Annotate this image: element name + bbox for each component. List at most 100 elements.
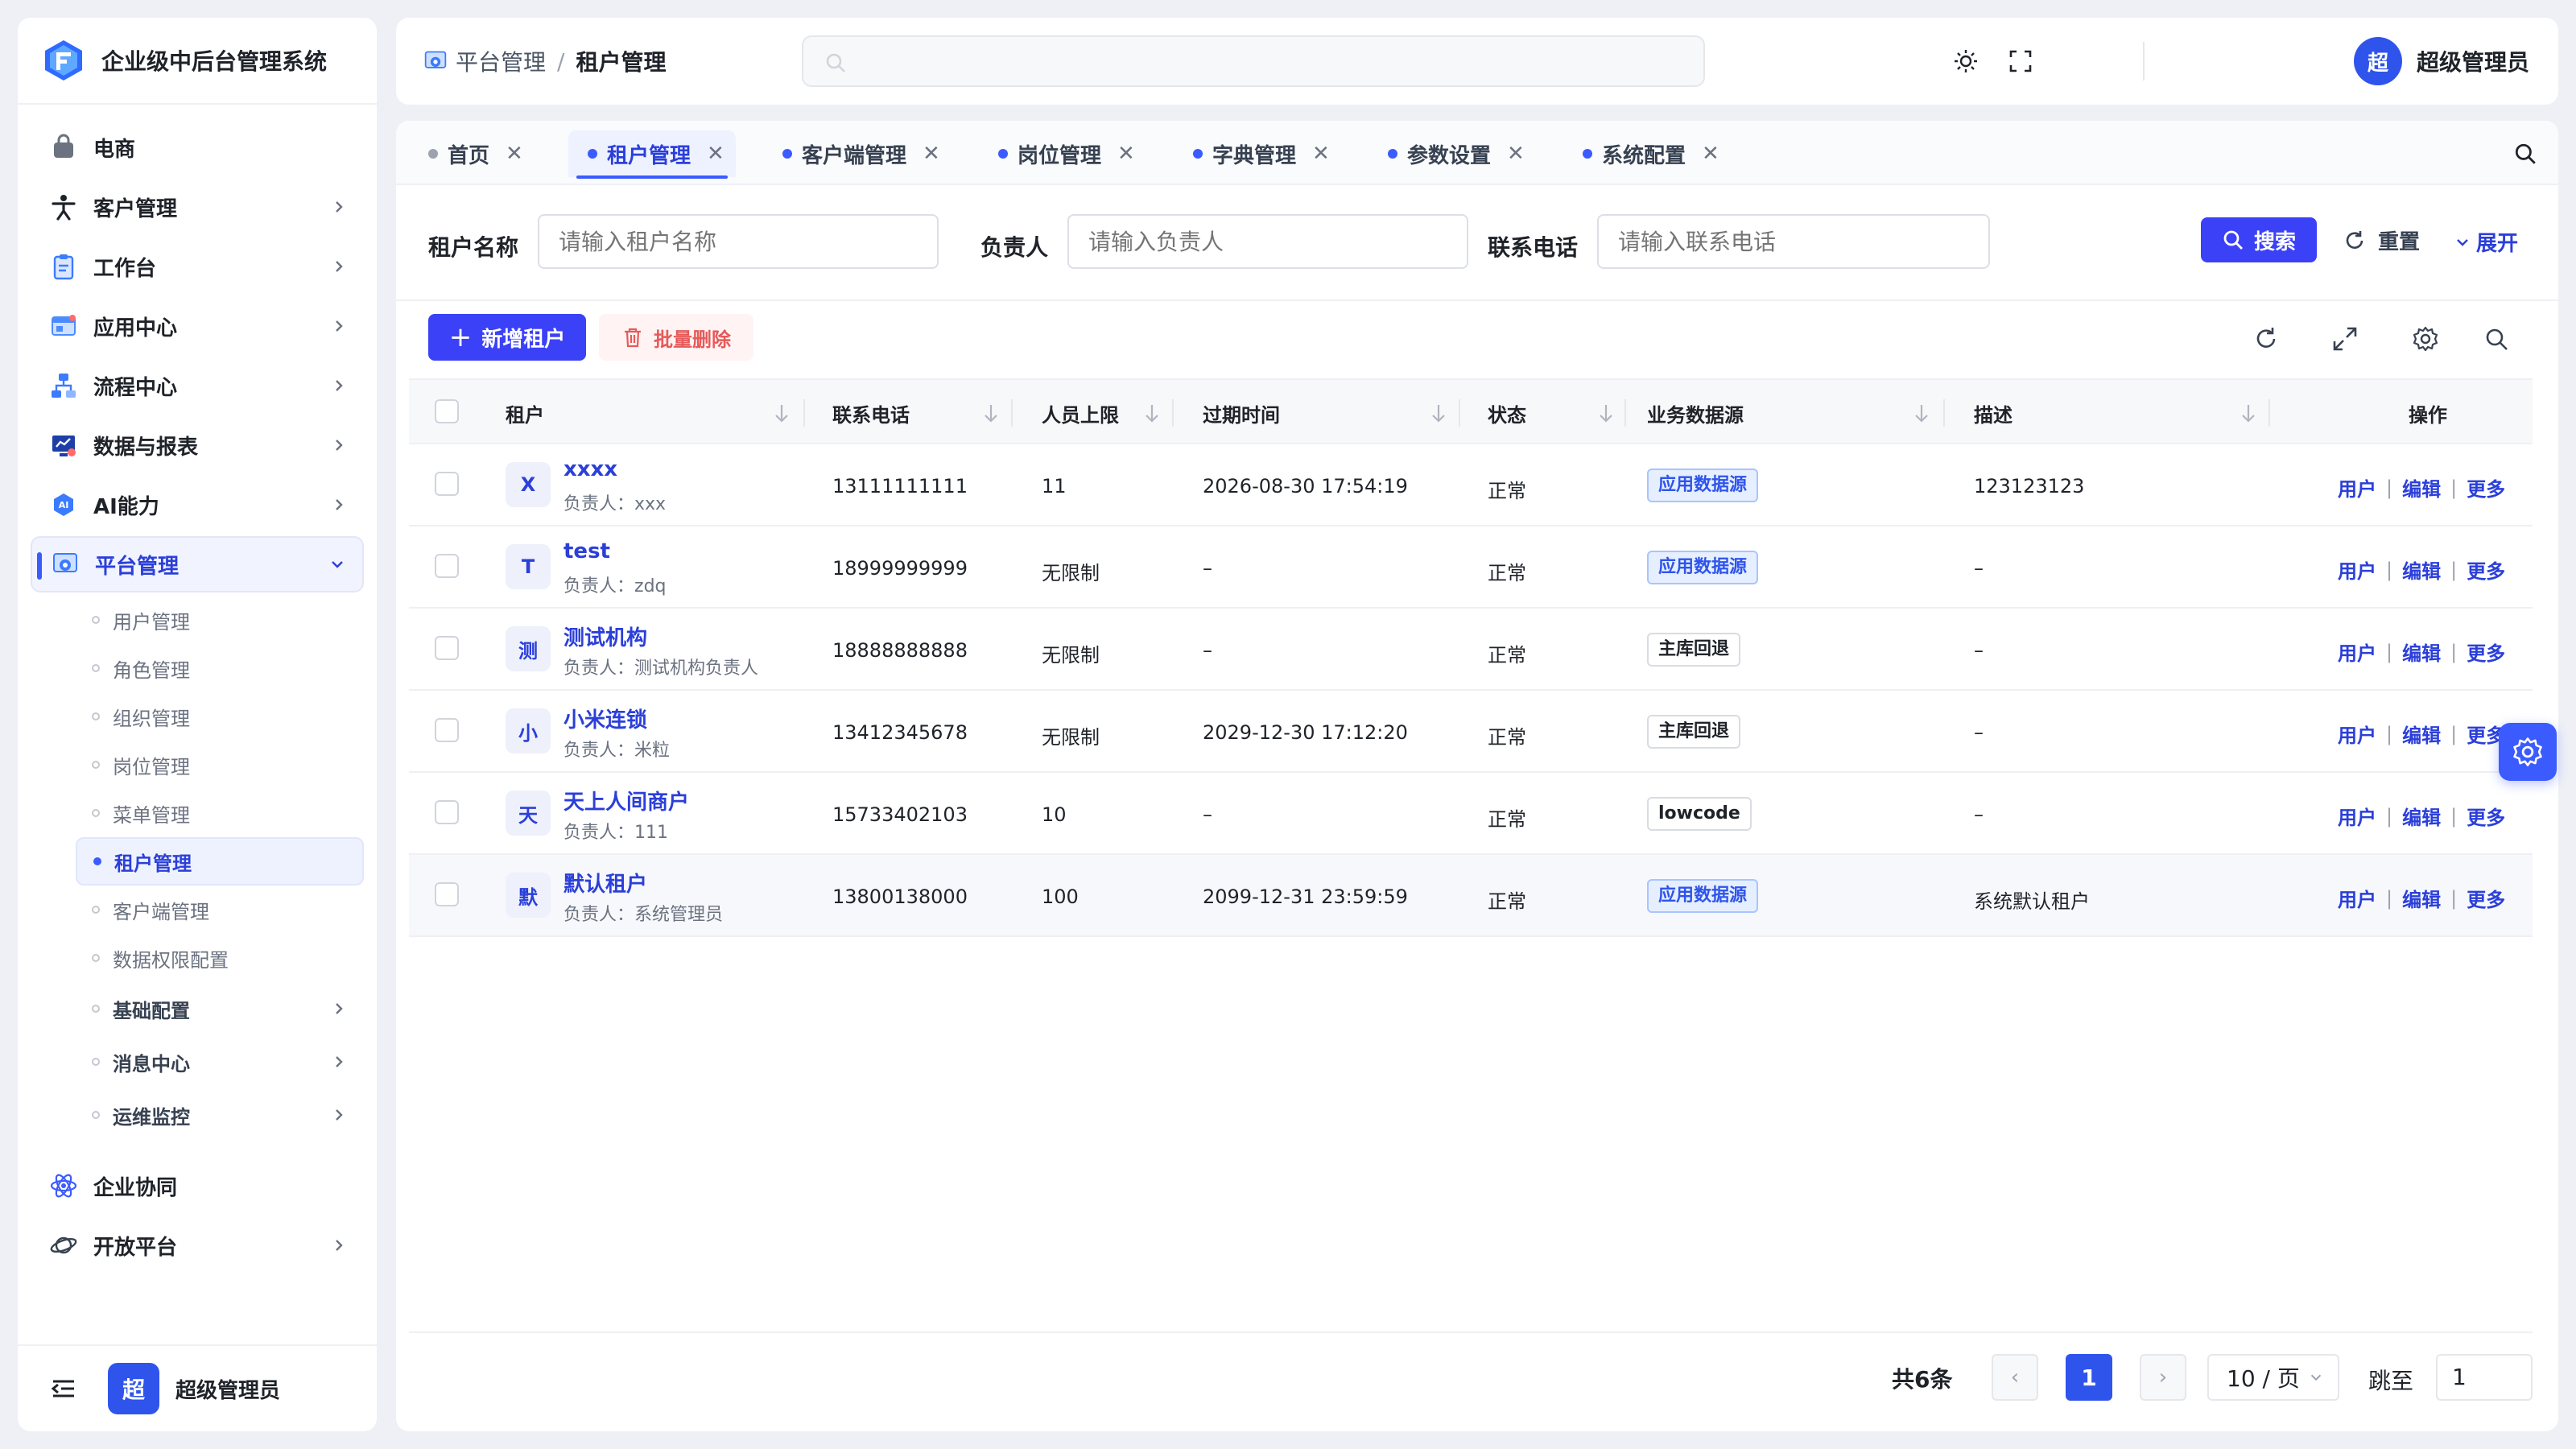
table-row[interactable]: 小 小米连锁 负责人：米粒 13412345678 无限制 2029-12-30… xyxy=(409,691,2533,773)
owner-input[interactable] xyxy=(1067,214,1468,269)
more-link[interactable]: 更多 xyxy=(2467,638,2505,666)
users-link[interactable]: 用户 xyxy=(2338,802,2376,830)
tab-params[interactable]: 参数设置 ✕ xyxy=(1368,130,1536,177)
sidebar-item-ai[interactable]: AI AI能力 xyxy=(31,477,364,533)
row-checkbox[interactable] xyxy=(435,636,459,660)
sidebar-subitem-menus[interactable]: 菜单管理 xyxy=(76,789,364,837)
sidebar-item-workbench[interactable]: 工作台 xyxy=(31,238,364,295)
sidebar-item-ecommerce[interactable]: 电商 xyxy=(31,119,364,175)
close-icon[interactable]: ✕ xyxy=(1117,142,1135,166)
reset-button[interactable]: 重置 xyxy=(2343,225,2420,255)
close-icon[interactable]: ✕ xyxy=(1702,142,1719,166)
sidebar-item-collaboration[interactable]: 企业协同 xyxy=(31,1158,364,1214)
table-row[interactable]: 天 天上人间商户 负责人：111 15733402103 10 – 正常 low… xyxy=(409,773,2533,855)
more-link[interactable]: 更多 xyxy=(2467,884,2505,912)
page-button-current[interactable]: 1 xyxy=(2066,1354,2112,1401)
sidebar-item-open-platform[interactable]: 开放平台 xyxy=(31,1217,364,1274)
sidebar-item-platform[interactable]: 平台管理 xyxy=(31,536,364,592)
tenant-name-link[interactable]: 小米连锁 xyxy=(564,704,647,733)
sidebar-subitem-ops-monitor[interactable]: 运维监控 xyxy=(76,1088,364,1141)
more-link[interactable]: 更多 xyxy=(2467,802,2505,830)
sidebar-subitem-orgs[interactable]: 组织管理 xyxy=(76,692,364,741)
expand-icon[interactable] xyxy=(2331,325,2359,353)
table-row[interactable]: 测 测试机构 负责人：测试机构负责人 18888888888 无限制 – 正常 … xyxy=(409,609,2533,691)
fullscreen-icon[interactable] xyxy=(2008,48,2033,74)
sun-icon[interactable] xyxy=(1953,48,1979,74)
sort-down-icon[interactable] xyxy=(771,401,792,425)
sidebar-item-customers[interactable]: 客户管理 xyxy=(31,179,364,235)
table-row[interactable]: T test 负责人：zdq 18999999999 无限制 – 正常 应用数据… xyxy=(409,526,2533,609)
close-icon[interactable]: ✕ xyxy=(1312,142,1330,166)
add-tenant-button[interactable]: + 新增租户 xyxy=(428,314,586,361)
tenant-name-link[interactable]: 测试机构 xyxy=(564,621,647,651)
tenant-name-input[interactable] xyxy=(538,214,939,269)
close-icon[interactable]: ✕ xyxy=(923,142,940,166)
collapse-menu-icon[interactable] xyxy=(50,1375,77,1402)
sidebar-subitem-tenants[interactable]: 租户管理 xyxy=(76,837,364,886)
sidebar-item-data-reports[interactable]: 数据与报表 xyxy=(31,417,364,473)
sidebar-subitem-roles[interactable]: 角色管理 xyxy=(76,644,364,692)
select-all-checkbox[interactable] xyxy=(435,399,459,423)
refresh-icon[interactable] xyxy=(2252,325,2280,353)
users-link[interactable]: 用户 xyxy=(2338,473,2376,502)
search-icon[interactable] xyxy=(2483,325,2510,353)
row-checkbox[interactable] xyxy=(435,800,459,824)
table-row[interactable]: X xxxx 负责人：xxx 13111111111 11 2026-08-30… xyxy=(409,444,2533,526)
sort-down-icon[interactable] xyxy=(1141,401,1162,425)
edit-link[interactable]: 编辑 xyxy=(2402,720,2441,748)
sidebar-subitem-positions[interactable]: 岗位管理 xyxy=(76,741,364,789)
sort-down-icon[interactable] xyxy=(1911,401,1932,425)
sidebar-item-app-center[interactable]: 应用中心 xyxy=(31,298,364,354)
page-size-select[interactable]: 10 / 页 xyxy=(2207,1354,2339,1401)
search-icon[interactable] xyxy=(2513,142,2537,166)
phone-input[interactable] xyxy=(1597,214,1990,269)
global-search-input[interactable] xyxy=(802,35,1705,87)
header-user[interactable]: 超 超级管理员 xyxy=(2353,37,2529,85)
tab-home[interactable]: 首页 ✕ xyxy=(409,130,535,177)
users-link[interactable]: 用户 xyxy=(2338,638,2376,666)
tenant-name-link[interactable]: test xyxy=(564,539,610,564)
floating-settings-button[interactable] xyxy=(2499,723,2557,781)
table-row[interactable]: 默 默认租户 负责人：系统管理员 13800138000 100 2099-12… xyxy=(409,855,2533,937)
sort-down-icon[interactable] xyxy=(1428,401,1449,425)
breadcrumb-item[interactable]: 平台管理 xyxy=(456,45,546,77)
sort-down-icon[interactable] xyxy=(980,401,1001,425)
row-checkbox[interactable] xyxy=(435,718,459,742)
users-link[interactable]: 用户 xyxy=(2338,555,2376,584)
row-checkbox[interactable] xyxy=(435,472,459,496)
tab-tenants[interactable]: 租户管理 ✕ xyxy=(568,130,736,179)
tab-system-config[interactable]: 系统配置 ✕ xyxy=(1563,130,1731,177)
edit-link[interactable]: 编辑 xyxy=(2402,884,2441,912)
sort-down-icon[interactable] xyxy=(1596,401,1616,425)
edit-link[interactable]: 编辑 xyxy=(2402,638,2441,666)
batch-delete-button[interactable]: 批量删除 xyxy=(599,314,753,361)
close-icon[interactable]: ✕ xyxy=(506,142,523,166)
prev-page-button[interactable]: ‹ xyxy=(1992,1354,2038,1401)
edit-link[interactable]: 编辑 xyxy=(2402,802,2441,830)
avatar[interactable]: 超 xyxy=(108,1363,159,1414)
tab-dictionary[interactable]: 字典管理 ✕ xyxy=(1174,130,1341,177)
sidebar-subitem-data-permissions[interactable]: 数据权限配置 xyxy=(76,934,364,982)
edit-link[interactable]: 编辑 xyxy=(2402,473,2441,502)
gear-icon[interactable] xyxy=(2412,325,2439,353)
sort-down-icon[interactable] xyxy=(2238,401,2259,425)
sidebar-subitem-users[interactable]: 用户管理 xyxy=(76,596,364,644)
more-link[interactable]: 更多 xyxy=(2467,473,2505,502)
row-checkbox[interactable] xyxy=(435,882,459,906)
search-button[interactable]: 搜索 xyxy=(2201,217,2317,262)
sidebar-item-process-center[interactable]: 流程中心 xyxy=(31,357,364,414)
sidebar-subitem-message-center[interactable]: 消息中心 xyxy=(76,1035,364,1088)
row-checkbox[interactable] xyxy=(435,554,459,578)
next-page-button[interactable]: › xyxy=(2140,1354,2186,1401)
close-icon[interactable]: ✕ xyxy=(1507,142,1525,166)
sidebar-subitem-clients[interactable]: 客户端管理 xyxy=(76,886,364,934)
sidebar-subitem-basic-config[interactable]: 基础配置 xyxy=(76,982,364,1035)
tab-clients[interactable]: 客户端管理 ✕ xyxy=(763,130,952,177)
expand-button[interactable]: 展开 xyxy=(2454,227,2518,257)
close-icon[interactable]: ✕ xyxy=(707,142,724,166)
tab-positions[interactable]: 岗位管理 ✕ xyxy=(979,130,1146,177)
tenant-name-link[interactable]: 默认租户 xyxy=(564,868,647,898)
users-link[interactable]: 用户 xyxy=(2338,720,2376,748)
jump-page-input[interactable]: 1 xyxy=(2436,1354,2533,1401)
tenant-name-link[interactable]: xxxx xyxy=(564,457,617,481)
